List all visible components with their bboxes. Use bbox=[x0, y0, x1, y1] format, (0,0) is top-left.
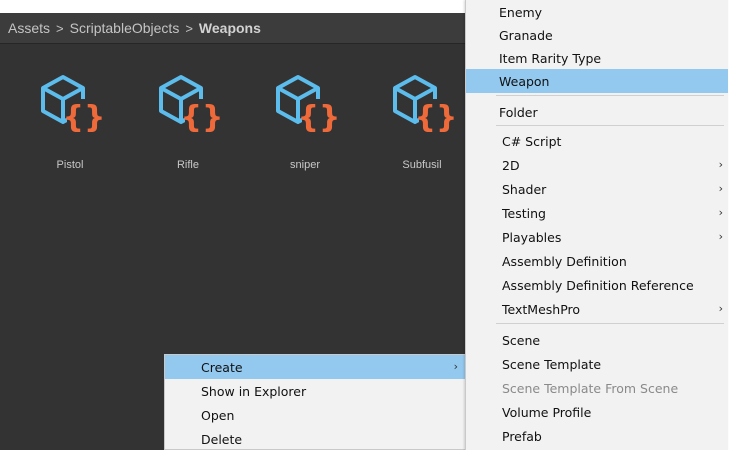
breadcrumb-assets[interactable]: Assets bbox=[8, 20, 50, 36]
menu-item-label: Scene Template From Scene bbox=[502, 380, 679, 396]
menu-item-open[interactable]: Open bbox=[165, 403, 466, 427]
menu-item-label: Open bbox=[201, 407, 235, 423]
menu-item-csharp-script[interactable]: C# Script bbox=[466, 129, 728, 153]
menu-item-label: Item Rarity Type bbox=[499, 50, 602, 66]
menu-separator bbox=[496, 95, 724, 96]
menu-item-label: Assembly Definition bbox=[502, 253, 627, 269]
breadcrumb: Assets > ScriptableObjects > Weapons bbox=[0, 13, 470, 44]
menu-item-label: Delete bbox=[201, 431, 243, 447]
menu-item-label: Weapon bbox=[499, 73, 550, 89]
menu-item-label: Playables bbox=[502, 229, 562, 245]
menu-item-label: Testing bbox=[502, 205, 546, 221]
menu-item-label: Scene bbox=[502, 332, 541, 348]
menu-item-scene-template-from-scene: Scene Template From Scene bbox=[466, 376, 728, 400]
svg-text:{}: {} bbox=[181, 100, 221, 135]
chevron-right-icon: › bbox=[718, 230, 723, 243]
menu-separator bbox=[496, 125, 724, 126]
menu-item-scene-template[interactable]: Scene Template bbox=[466, 352, 728, 376]
asset-pistol[interactable]: {} Pistol bbox=[30, 71, 110, 171]
menu-item-prefab[interactable]: Prefab bbox=[466, 424, 728, 448]
menu-item-label: Folder bbox=[499, 104, 538, 120]
menu-item-playables[interactable]: Playables › bbox=[466, 225, 728, 249]
breadcrumb-separator: > bbox=[56, 20, 64, 36]
chevron-right-icon: › bbox=[718, 158, 723, 171]
menu-item-label: C# Script bbox=[502, 133, 562, 149]
breadcrumb-separator: > bbox=[185, 20, 193, 36]
menu-item-2d[interactable]: 2D › bbox=[466, 153, 728, 177]
breadcrumb-scriptableobjects[interactable]: ScriptableObjects bbox=[70, 20, 180, 36]
menu-item-folder[interactable]: Folder bbox=[466, 100, 728, 124]
context-menu: Create › Show in Explorer Open Delete bbox=[164, 354, 466, 450]
menu-item-label: TextMeshPro bbox=[502, 301, 581, 317]
scriptable-object-icon: {} bbox=[41, 75, 103, 135]
menu-separator bbox=[496, 323, 724, 324]
chevron-right-icon: › bbox=[453, 360, 458, 373]
menu-item-create[interactable]: Create › bbox=[165, 355, 466, 379]
asset-label: Subfusil bbox=[402, 159, 442, 171]
menu-item-assembly-definition-reference[interactable]: Assembly Definition Reference bbox=[466, 273, 728, 297]
chevron-right-icon: › bbox=[718, 206, 723, 219]
create-submenu: Enemy Granade Item Rarity Type Weapon Fo… bbox=[465, 0, 728, 450]
menu-item-label: Enemy bbox=[499, 4, 543, 20]
asset-sniper[interactable]: {} sniper bbox=[265, 71, 345, 171]
chevron-right-icon: › bbox=[718, 302, 723, 315]
scriptable-object-icon: {} bbox=[393, 75, 455, 135]
scriptable-object-icon: {} bbox=[159, 75, 221, 135]
menu-item-assembly-definition[interactable]: Assembly Definition bbox=[466, 249, 728, 273]
menu-item-label: Scene Template bbox=[502, 356, 602, 372]
menu-item-volume-profile[interactable]: Volume Profile bbox=[466, 400, 728, 424]
menu-item-label: Shader bbox=[502, 181, 547, 197]
asset-label: Rifle bbox=[176, 159, 199, 171]
menu-item-weapon[interactable]: Weapon bbox=[466, 69, 728, 93]
svg-text:{}: {} bbox=[415, 100, 455, 135]
menu-item-label: Granade bbox=[499, 27, 553, 43]
asset-subfusil[interactable]: {} Subfusil bbox=[382, 71, 462, 171]
menu-item-label: Volume Profile bbox=[502, 404, 592, 420]
menu-item-granade[interactable]: Granade bbox=[466, 23, 728, 47]
menu-item-show-in-explorer[interactable]: Show in Explorer bbox=[165, 379, 466, 403]
chevron-right-icon: › bbox=[718, 182, 723, 195]
menu-item-shader[interactable]: Shader › bbox=[466, 177, 728, 201]
menu-item-label: Create bbox=[201, 359, 243, 375]
menu-item-textmeshpro[interactable]: TextMeshPro › bbox=[466, 297, 728, 321]
menu-item-scene[interactable]: Scene bbox=[466, 328, 728, 352]
menu-item-label: Prefab bbox=[502, 428, 542, 444]
menu-item-label: Show in Explorer bbox=[201, 383, 307, 399]
menu-item-delete[interactable]: Delete bbox=[165, 427, 466, 450]
asset-rifle[interactable]: {} Rifle bbox=[148, 71, 228, 171]
breadcrumb-weapons[interactable]: Weapons bbox=[199, 20, 261, 36]
asset-label: sniper bbox=[290, 159, 320, 171]
svg-text:{}: {} bbox=[63, 100, 103, 135]
menu-item-enemy[interactable]: Enemy bbox=[466, 0, 728, 24]
asset-label: Pistol bbox=[56, 159, 84, 171]
menu-item-label: Assembly Definition Reference bbox=[502, 277, 694, 293]
menu-item-item-rarity-type[interactable]: Item Rarity Type bbox=[466, 46, 728, 70]
svg-text:{}: {} bbox=[298, 100, 338, 135]
menu-item-label: 2D bbox=[502, 157, 520, 173]
scriptable-object-icon: {} bbox=[276, 75, 338, 135]
menu-item-testing[interactable]: Testing › bbox=[466, 201, 728, 225]
